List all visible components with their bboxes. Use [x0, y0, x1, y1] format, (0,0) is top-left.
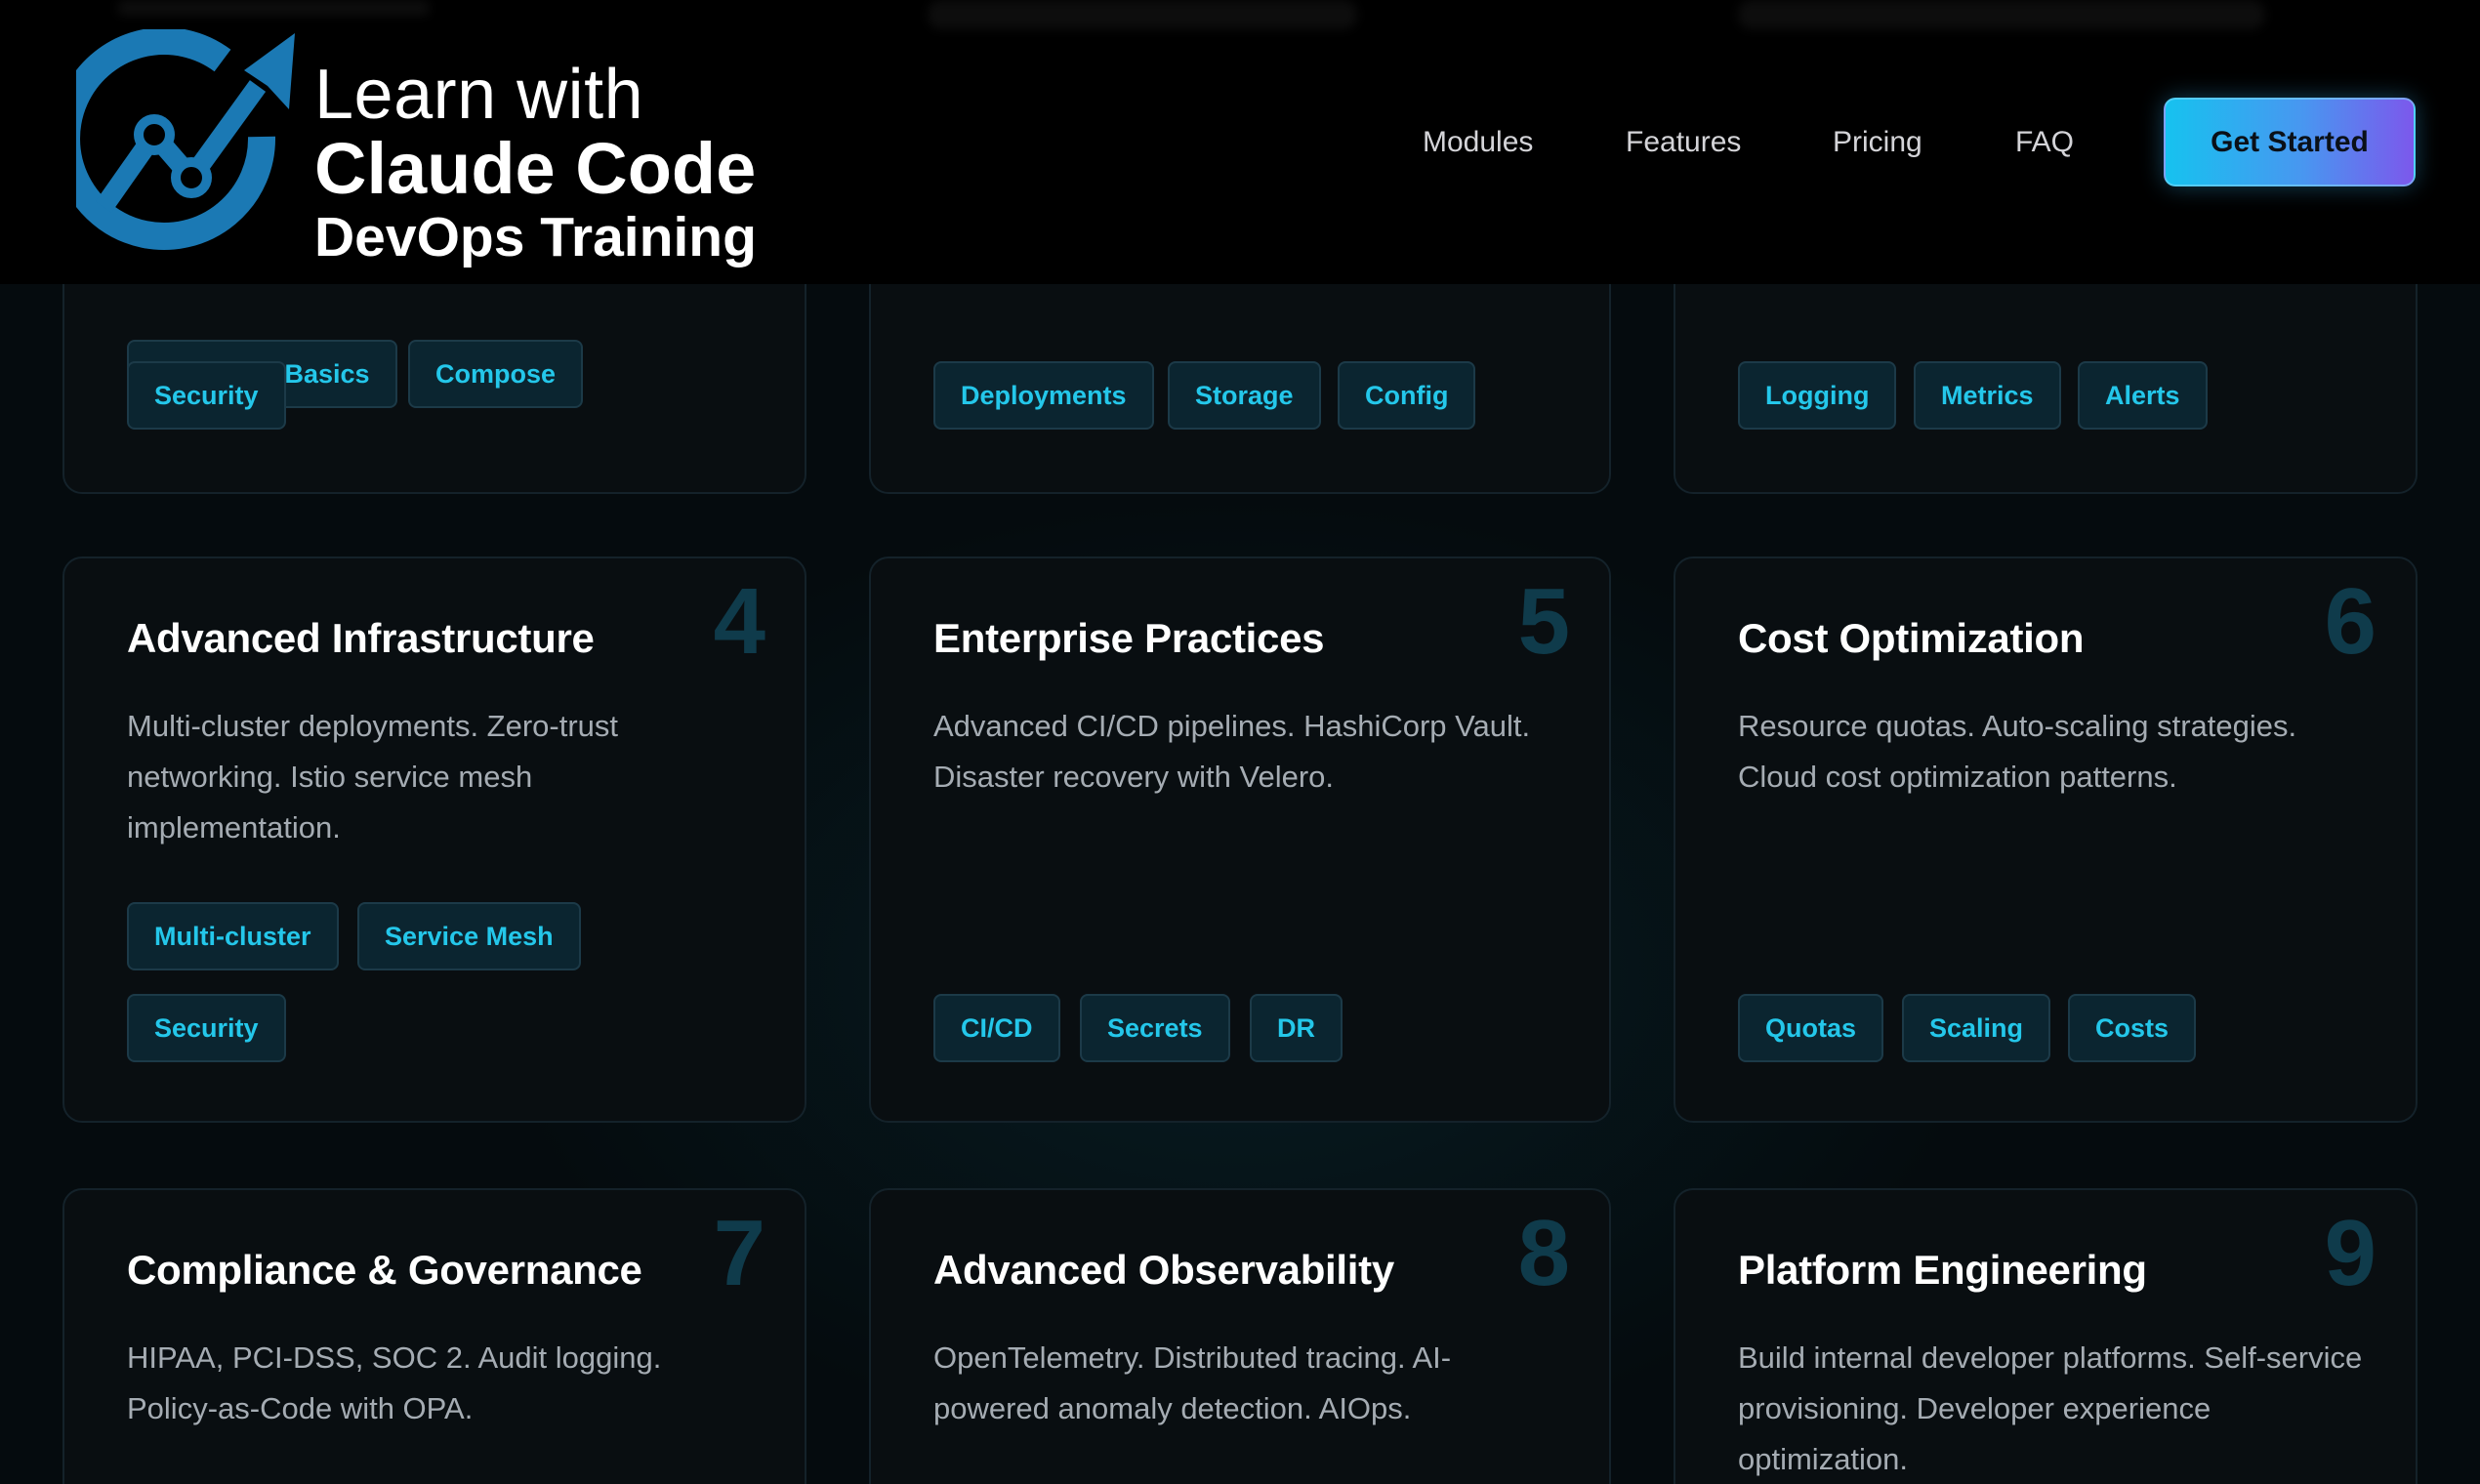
module-number: 8 [1517, 1201, 1570, 1305]
tag-scaling[interactable]: Scaling [1902, 994, 2051, 1062]
nav-link-faq[interactable]: FAQ [2015, 121, 2074, 164]
growth-arrow-circle-icon[interactable] [76, 29, 301, 254]
module-card-7[interactable]: 7 Compliance & Governance HIPAA, PCI-DSS… [62, 1188, 806, 1484]
module-number: 5 [1517, 569, 1570, 674]
tag-ci-cd[interactable]: CI/CD [933, 994, 1060, 1062]
tag-dr[interactable]: DR [1250, 994, 1343, 1062]
tag-quotas[interactable]: Quotas [1738, 994, 1884, 1062]
module-title: Enterprise Practices [933, 615, 1325, 661]
module-number: 9 [2324, 1201, 2377, 1305]
nav-link-features[interactable]: Features [1626, 121, 1741, 164]
tag-security[interactable]: Security [127, 361, 286, 430]
brand-line-1: Learn with [314, 56, 644, 134]
nav-link-modules[interactable]: Modules [1423, 121, 1533, 164]
nav-link-pricing[interactable]: Pricing [1833, 121, 1922, 164]
tag-service-mesh[interactable]: Service Mesh [357, 902, 581, 970]
module-title: Cost Optimization [1738, 615, 2085, 661]
get-started-button[interactable]: Get Started [2164, 98, 2416, 186]
module-card-5[interactable]: 5 Enterprise Practices Advanced CI/CD pi… [869, 556, 1611, 1123]
module-title: Compliance & Governance [127, 1247, 642, 1293]
module-card-8[interactable]: 8 Advanced Observability OpenTelemetry. … [869, 1188, 1611, 1484]
module-title: Platform Engineering [1738, 1247, 2147, 1293]
scrolled-content-shadow [928, 0, 1357, 29]
module-title: Advanced Infrastructure [127, 615, 595, 661]
module-description: Resource quotas. Auto-scaling strategies… [1738, 709, 2297, 794]
brand-wordmark[interactable]: Learn with Claude Code DevOps Training [314, 57, 757, 269]
scrolled-content-shadow [1738, 0, 2265, 29]
brand-line-3: DevOps Training [314, 206, 757, 268]
tag-storage[interactable]: Storage [1168, 361, 1321, 430]
site-header: Learn with Claude Code DevOps Training M… [0, 0, 2480, 284]
module-card-6[interactable]: 6 Cost Optimization Resource quotas. Aut… [1674, 556, 2418, 1123]
module-card-9[interactable]: 9 Platform Engineering Build internal de… [1674, 1188, 2418, 1484]
brand-line-2: Claude Code [314, 128, 757, 209]
tag-secrets[interactable]: Secrets [1080, 994, 1230, 1062]
tag-alerts[interactable]: Alerts [2078, 361, 2208, 430]
tag-logging[interactable]: Logging [1738, 361, 1897, 430]
module-description: OpenTelemetry. Distributed tracing. AI-p… [933, 1340, 1452, 1425]
module-number: 4 [713, 569, 765, 674]
tag-costs[interactable]: Costs [2068, 994, 2197, 1062]
tag-compose[interactable]: Compose [408, 340, 584, 408]
tag-config[interactable]: Config [1338, 361, 1476, 430]
tag-multi-cluster[interactable]: Multi-cluster [127, 902, 339, 970]
module-description: Multi-cluster deployments. Zero-trust ne… [127, 709, 619, 845]
module-number: 7 [713, 1201, 765, 1305]
module-description: HIPAA, PCI-DSS, SOC 2. Audit logging. Po… [127, 1340, 662, 1425]
module-title: Advanced Observability [933, 1247, 1394, 1293]
module-description: Advanced CI/CD pipelines. HashiCorp Vaul… [933, 709, 1531, 794]
scrolled-content-shadow [117, 0, 430, 16]
module-number: 6 [2324, 569, 2377, 674]
tag-deployments[interactable]: Deployments [933, 361, 1154, 430]
tag-metrics[interactable]: Metrics [1914, 361, 2061, 430]
module-description: Build internal developer platforms. Self… [1738, 1340, 2363, 1476]
module-card-4[interactable]: 4 Advanced Infrastructure Multi-cluster … [62, 556, 806, 1123]
tag-security[interactable]: Security [127, 994, 286, 1062]
